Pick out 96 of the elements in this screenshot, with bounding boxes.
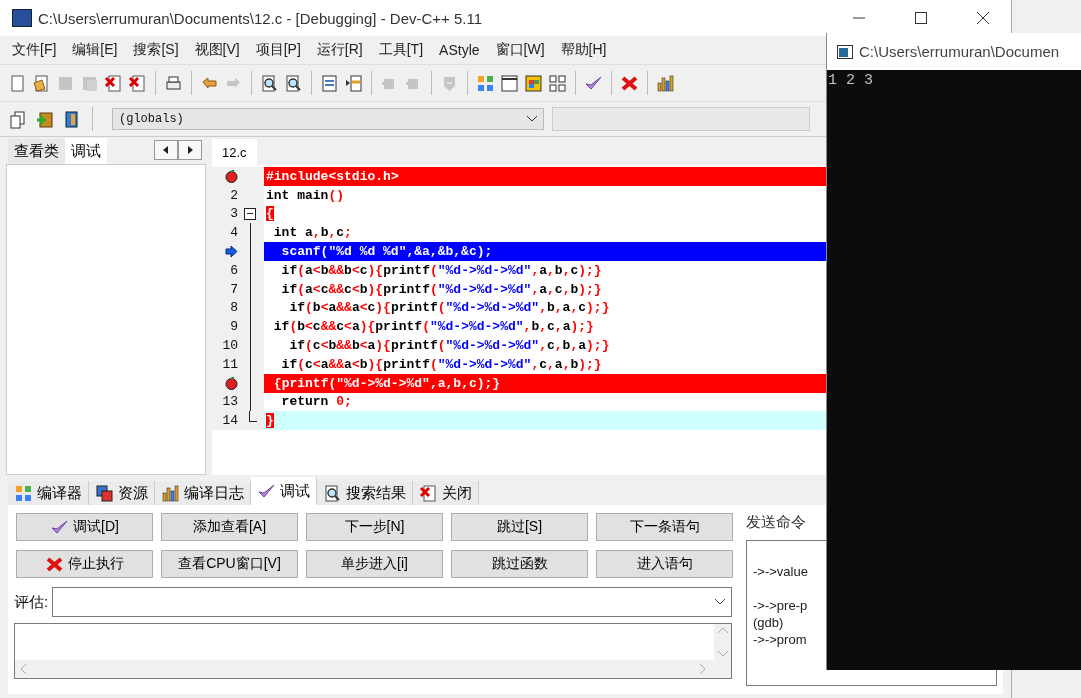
output-line: ->->value bbox=[753, 563, 809, 580]
list-icon[interactable] bbox=[320, 73, 339, 93]
line-number: 14 bbox=[221, 413, 238, 429]
menu-item[interactable]: AStyle bbox=[431, 42, 488, 58]
menu-item[interactable]: 编辑[E] bbox=[64, 41, 126, 59]
menu-item[interactable]: 帮助[H] bbox=[552, 41, 615, 59]
menu-item[interactable]: 视图[V] bbox=[186, 41, 248, 59]
evaluate-label: 评估: bbox=[14, 592, 49, 612]
code-line: if(a<c&&c<b){printf("%d->%d->%d",a,c,b);} bbox=[280, 280, 603, 299]
line-number: 13 bbox=[221, 394, 238, 410]
menu-item[interactable]: 窗口[W] bbox=[487, 41, 553, 59]
page-icon[interactable] bbox=[8, 73, 27, 93]
panel-tab[interactable]: 调试 bbox=[251, 477, 317, 505]
dropdown-field[interactable] bbox=[552, 107, 810, 131]
scope-dropdown[interactable]: (globals) bbox=[112, 108, 544, 130]
indent-icon[interactable] bbox=[344, 73, 363, 93]
line-number: 10 bbox=[221, 338, 238, 354]
code-line: int a,b,c; bbox=[272, 224, 353, 243]
line-number: 3 bbox=[229, 206, 238, 222]
debug-button[interactable]: 下一步[N] bbox=[306, 513, 443, 541]
panel-tab[interactable]: 编译器 bbox=[8, 481, 89, 505]
code-line: if(c<b&&b<a){printf("%d->%d->%d",c,b,a);} bbox=[288, 337, 611, 355]
chevron-down-icon[interactable] bbox=[715, 599, 725, 605]
book-icon[interactable] bbox=[62, 109, 81, 129]
fold-toggle[interactable] bbox=[244, 208, 256, 220]
menu-item[interactable]: 项目[P] bbox=[247, 41, 309, 59]
panel-tab[interactable]: 搜索结果 bbox=[317, 481, 413, 505]
debug-button[interactable]: 添加查看[A] bbox=[161, 513, 298, 541]
app-icon bbox=[12, 9, 32, 27]
breakpoint-icon[interactable] bbox=[225, 376, 238, 390]
line-number: 9 bbox=[229, 319, 238, 335]
magnifier-icon[interactable] bbox=[284, 73, 303, 93]
menu-item[interactable]: 工具[T] bbox=[370, 41, 432, 59]
panel-tab[interactable]: 关闭 bbox=[413, 481, 479, 505]
debug-button[interactable]: 停止执行 bbox=[16, 550, 153, 578]
grid-icon[interactable] bbox=[548, 73, 567, 93]
window-title: C:\Users\errumuran\Documents\12.c - [Debugging] - Dev-C++ 5.11 bbox=[38, 9, 484, 27]
file-tab[interactable]: 12.c bbox=[212, 139, 257, 165]
menu-item[interactable]: 文件[F] bbox=[4, 41, 65, 59]
code-line: return 0; bbox=[280, 393, 353, 412]
panel-tab[interactable]: 编译日志 bbox=[155, 481, 251, 505]
pages-cross-icon[interactable] bbox=[128, 73, 147, 93]
debug-button[interactable]: 进入语句 bbox=[596, 550, 733, 578]
page-icon[interactable] bbox=[32, 73, 51, 93]
add-icon[interactable] bbox=[35, 109, 54, 129]
magnifier-icon bbox=[323, 483, 342, 503]
code-line: if(c<a&&a<b){printf("%d->%d->%d",c,a,b);} bbox=[280, 355, 603, 374]
menu-item[interactable]: 搜索[S] bbox=[125, 41, 187, 59]
output-line: (gdb) bbox=[753, 614, 785, 631]
grid-icon[interactable] bbox=[476, 73, 495, 93]
console-title: C:\Users\errumuran\Documen bbox=[859, 43, 1060, 60]
code-line: if(b<c&&c<a){printf("%d->%d->%d",b,c,a);} bbox=[272, 318, 595, 337]
debug-button[interactable]: 下一条语句 bbox=[596, 513, 733, 541]
menu-item[interactable]: 运行[R] bbox=[308, 41, 371, 59]
breakpoint-icon[interactable] bbox=[225, 169, 238, 183]
printer-icon[interactable] bbox=[164, 73, 183, 93]
line-number: 6 bbox=[229, 262, 238, 278]
squares-icon bbox=[95, 483, 114, 503]
page-cross-icon[interactable] bbox=[104, 73, 123, 93]
maximize-icon[interactable] bbox=[915, 12, 927, 24]
debug-button[interactable]: 跳过[S] bbox=[451, 513, 588, 541]
debug-button[interactable]: 调试[D] bbox=[16, 513, 153, 541]
send-command-label: 发送命令 bbox=[746, 513, 807, 532]
grid-icon bbox=[14, 483, 33, 503]
output-line: ->->prom bbox=[753, 631, 808, 648]
chevron-down-icon[interactable] bbox=[527, 116, 537, 122]
triangle-right-icon bbox=[187, 146, 193, 154]
line-number: 2 bbox=[229, 187, 238, 203]
console-output: 1 2 3 bbox=[827, 71, 874, 89]
panel-tab[interactable]: 查看类 bbox=[8, 139, 65, 164]
line-number: 11 bbox=[221, 356, 238, 372]
code-line: if(a<b&&b<c){printf("%d->%d->%d",a,b,c);} bbox=[280, 261, 603, 280]
magnifier-icon[interactable] bbox=[260, 73, 279, 93]
panel-tab[interactable]: 调试 bbox=[65, 138, 107, 164]
triangle-left-icon bbox=[163, 146, 169, 154]
code-line: if(b<a&&a<c){printf("%d->%d->%d",b,a,c);} bbox=[288, 299, 611, 318]
scroll-right-button[interactable] bbox=[178, 140, 202, 160]
bar-chart-icon[interactable] bbox=[656, 73, 675, 93]
pages-icon[interactable] bbox=[8, 109, 27, 129]
debug-button[interactable]: 跳过函数 bbox=[451, 550, 588, 578]
output-line: ->->pre-p bbox=[753, 597, 809, 614]
line-number: 8 bbox=[229, 300, 238, 316]
close-icon[interactable] bbox=[977, 12, 989, 24]
code-line: int main() bbox=[265, 186, 346, 205]
debug-button[interactable]: 查看CPU窗口[V] bbox=[161, 550, 298, 578]
evaluate-field[interactable] bbox=[52, 587, 732, 617]
console-icon bbox=[837, 44, 853, 59]
line-number: 4 bbox=[229, 225, 238, 241]
debug-button[interactable]: 单步进入[i] bbox=[306, 550, 443, 578]
bar-chart-icon bbox=[161, 483, 180, 503]
panel-tab[interactable]: 资源 bbox=[89, 481, 155, 505]
scroll-left-button[interactable] bbox=[154, 140, 178, 160]
line-number: 7 bbox=[229, 281, 238, 297]
window-icon[interactable] bbox=[500, 73, 519, 93]
colored-window-icon[interactable] bbox=[524, 73, 543, 93]
page-cross-icon bbox=[419, 483, 438, 503]
